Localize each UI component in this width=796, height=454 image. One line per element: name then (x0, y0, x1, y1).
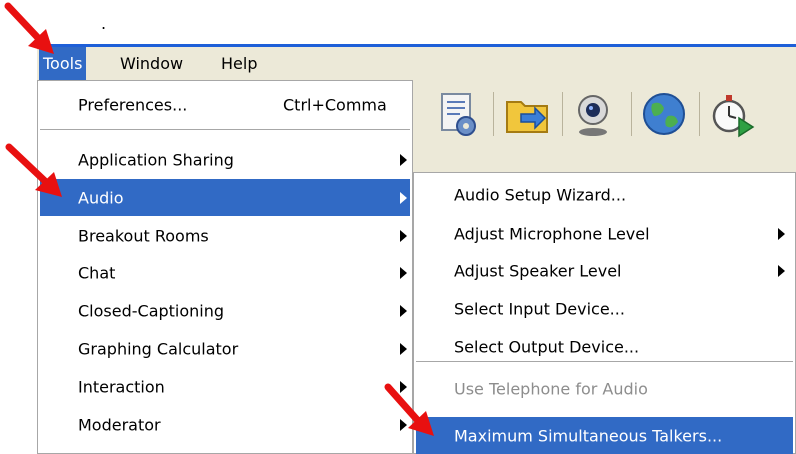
menu-item-audio[interactable]: Audio (40, 179, 410, 216)
document-gear-icon[interactable] (434, 90, 482, 138)
submenu-arrow-icon (400, 191, 407, 204)
submenu-item-adjust-microphone-level[interactable]: Adjust Microphone Level (416, 215, 793, 252)
app-toolbar (405, 82, 796, 147)
menu-item-label: Application Sharing (78, 150, 234, 169)
submenu-item-audio-setup-wizard[interactable]: Audio Setup Wizard... (416, 176, 793, 213)
menu-item-label: Maximum Simultaneous Talkers... (454, 426, 723, 445)
submenu-arrow-icon (400, 229, 407, 242)
submenu-arrow-icon (778, 264, 785, 277)
folder-arrow-icon[interactable] (503, 90, 551, 138)
menu-item-label: Graphing Calculator (78, 339, 239, 358)
submenu-arrow-icon (400, 266, 407, 279)
submenu-arrow-icon (400, 153, 407, 166)
menu-item-label: Closed-Captioning (78, 301, 225, 320)
menu-item-label: Audio Setup Wizard... (454, 185, 627, 204)
annotation-arrow-icon (4, 2, 54, 54)
menu-item-graphing-calculator[interactable]: Graphing Calculator (40, 330, 410, 367)
menu-item-label: Select Output Device... (454, 337, 640, 356)
menu-window[interactable]: Window (116, 47, 187, 80)
toolbar-separator (562, 92, 563, 136)
menu-help[interactable]: Help (217, 47, 261, 80)
menu-item-interaction[interactable]: Interaction (40, 368, 410, 405)
audio-submenu: Audio Setup Wizard... Adjust Microphone … (413, 172, 796, 454)
menu-item-moderator[interactable]: Moderator (40, 406, 410, 443)
menu-item-label: Moderator (78, 415, 161, 434)
menubar: Tools Window Help (37, 44, 796, 83)
toolbar-separator (699, 92, 700, 136)
tools-menu: Preferences... Ctrl+Comma Application Sh… (37, 80, 413, 454)
submenu-item-select-output-device[interactable]: Select Output Device... (416, 328, 793, 365)
menu-item-label: Adjust Microphone Level (454, 224, 650, 243)
shortcut-label: Ctrl+Comma (283, 95, 387, 114)
annotation-arrow-icon (384, 383, 434, 436)
globe-icon[interactable] (640, 90, 688, 138)
webcam-icon[interactable] (569, 90, 617, 138)
menu-item-label: Preferences... (78, 95, 188, 114)
toolbar-separator (493, 92, 494, 136)
menu-item-application-sharing[interactable]: Application Sharing (40, 141, 410, 178)
annotation-arrow-icon (5, 143, 62, 197)
menu-item-label: Chat (78, 263, 116, 282)
submenu-item-select-input-device[interactable]: Select Input Device... (416, 290, 793, 327)
menu-separator (416, 361, 793, 362)
menu-item-label: Adjust Speaker Level (454, 261, 622, 280)
menu-item-preferences[interactable]: Preferences... Ctrl+Comma (40, 86, 410, 123)
stopwatch-play-icon[interactable] (709, 90, 757, 138)
menu-item-label: Use Telephone for Audio (454, 379, 648, 398)
menu-separator (40, 129, 410, 130)
menu-item-label: Breakout Rooms (78, 226, 209, 245)
submenu-arrow-icon (400, 342, 407, 355)
submenu-item-adjust-speaker-level[interactable]: Adjust Speaker Level (416, 252, 793, 289)
stray-dot: . (101, 14, 107, 33)
menu-item-breakout-rooms[interactable]: Breakout Rooms (40, 217, 410, 254)
submenu-item-use-telephone-for-audio: Use Telephone for Audio (416, 370, 793, 407)
menu-item-label: Interaction (78, 377, 165, 396)
toolbar-separator (631, 92, 632, 136)
menu-item-label: Audio (78, 188, 124, 207)
submenu-item-maximum-simultaneous-talkers[interactable]: Maximum Simultaneous Talkers... (416, 417, 793, 454)
submenu-arrow-icon (400, 304, 407, 317)
menu-item-label: Select Input Device... (454, 299, 625, 318)
submenu-arrow-icon (778, 227, 785, 240)
menu-item-chat[interactable]: Chat (40, 254, 410, 291)
menu-item-closed-captioning[interactable]: Closed-Captioning (40, 292, 410, 329)
